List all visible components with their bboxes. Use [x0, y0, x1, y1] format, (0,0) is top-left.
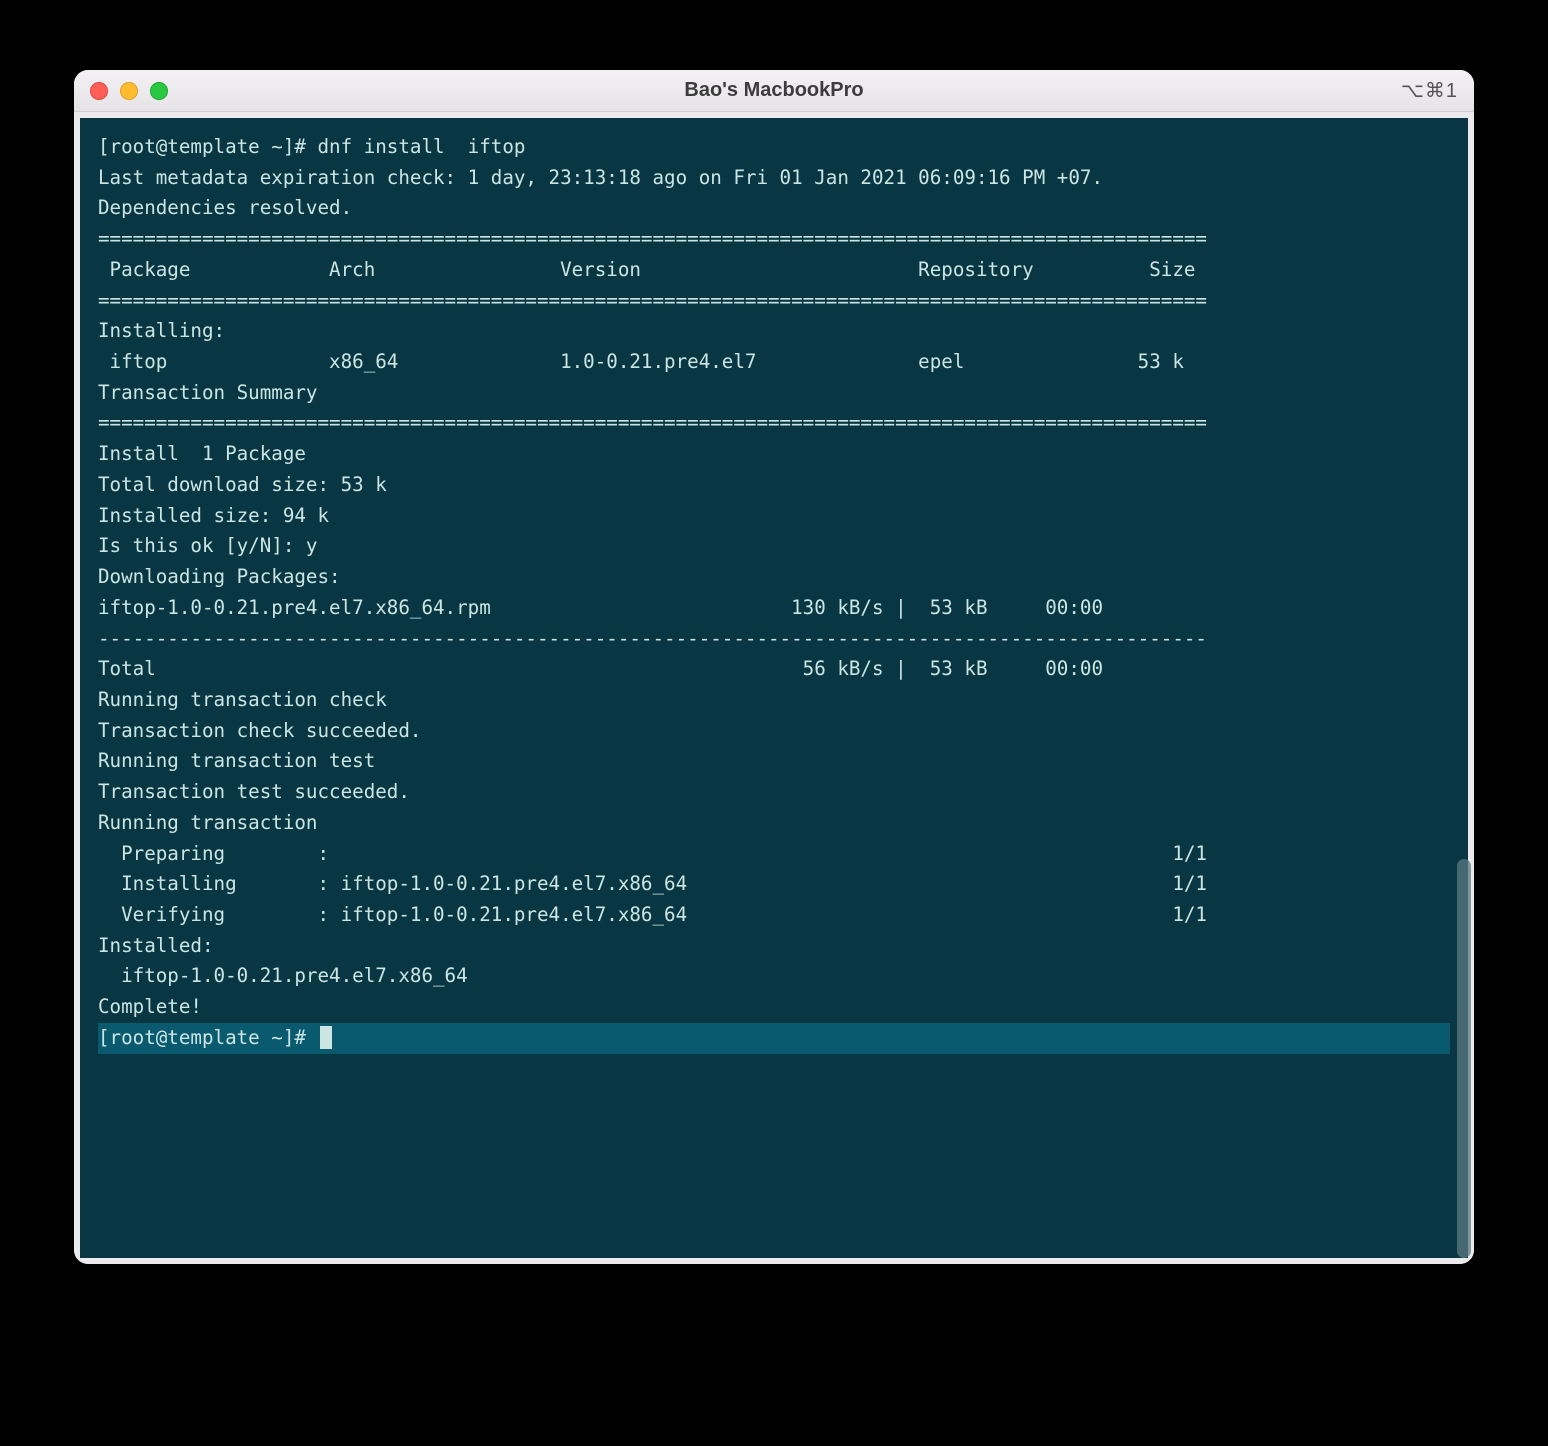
- terminal-line: Transaction check succeeded.: [98, 716, 1450, 747]
- terminal[interactable]: [root@template ~]# dnf install iftop Las…: [80, 118, 1468, 1258]
- terminal-line: Preparing : 1/1: [98, 839, 1450, 870]
- terminal-line: Install 1 Package: [98, 439, 1450, 470]
- terminal-line: ========================================…: [98, 286, 1450, 317]
- terminal-line: Transaction test succeeded.: [98, 777, 1450, 808]
- traffic-lights: [90, 82, 168, 100]
- terminal-prompt-active[interactable]: [root@template ~]#: [98, 1023, 1450, 1054]
- terminal-line: Running transaction: [98, 808, 1450, 839]
- terminal-line: Is this ok [y/N]: y: [98, 531, 1450, 562]
- terminal-line: [root@template ~]# dnf install iftop: [98, 132, 1450, 163]
- terminal-line: Last metadata expiration check: 1 day, 2…: [98, 163, 1450, 194]
- scrollbar-track[interactable]: [1454, 118, 1472, 1258]
- terminal-line: Installed:: [98, 931, 1450, 962]
- terminal-window: Bao's MacbookPro ⌥⌘1 [root@template ~]# …: [74, 70, 1474, 1264]
- close-button[interactable]: [90, 82, 108, 100]
- fullscreen-button[interactable]: [150, 82, 168, 100]
- terminal-line: ========================================…: [98, 408, 1450, 439]
- terminal-line: Running transaction test: [98, 746, 1450, 777]
- cursor-icon: [320, 1026, 332, 1049]
- window-hotkey: ⌥⌘1: [1401, 78, 1458, 103]
- terminal-line: ----------------------------------------…: [98, 624, 1450, 655]
- terminal-line: iftop-1.0-0.21.pre4.el7.x86_64: [98, 961, 1450, 992]
- titlebar: Bao's MacbookPro ⌥⌘1: [74, 70, 1474, 112]
- terminal-line: Dependencies resolved.: [98, 193, 1450, 224]
- terminal-line: Total download size: 53 k: [98, 470, 1450, 501]
- terminal-line: Installing:: [98, 316, 1450, 347]
- prompt-text: [root@template ~]#: [98, 1026, 318, 1049]
- minimize-button[interactable]: [120, 82, 138, 100]
- window-title: Bao's MacbookPro: [74, 79, 1474, 102]
- terminal-line: ========================================…: [98, 224, 1450, 255]
- terminal-viewport: [root@template ~]# dnf install iftop Las…: [74, 112, 1474, 1264]
- terminal-line: Total 56 kB/s | 53 kB 00:00: [98, 654, 1450, 685]
- scrollbar-thumb[interactable]: [1457, 859, 1471, 1258]
- terminal-line: Package Arch Version Repository Size: [98, 255, 1450, 286]
- terminal-line: Installed size: 94 k: [98, 501, 1450, 532]
- terminal-line: Verifying : iftop-1.0-0.21.pre4.el7.x86_…: [98, 900, 1450, 931]
- terminal-line: iftop x86_64 1.0-0.21.pre4.el7 epel 53 k: [98, 347, 1450, 378]
- terminal-line: Installing : iftop-1.0-0.21.pre4.el7.x86…: [98, 869, 1450, 900]
- terminal-line: Running transaction check: [98, 685, 1450, 716]
- terminal-line: Complete!: [98, 992, 1450, 1023]
- terminal-line: Downloading Packages:: [98, 562, 1450, 593]
- terminal-line: Transaction Summary: [98, 378, 1450, 409]
- terminal-line: iftop-1.0-0.21.pre4.el7.x86_64.rpm 130 k…: [98, 593, 1450, 624]
